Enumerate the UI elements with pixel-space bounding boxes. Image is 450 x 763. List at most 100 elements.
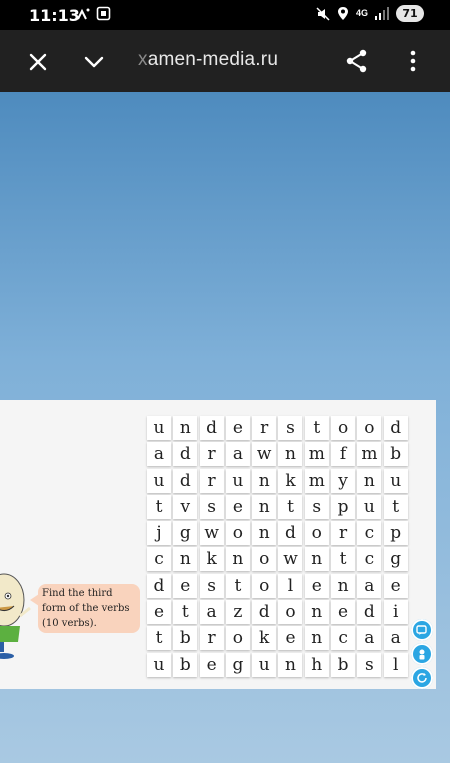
grid-cell[interactable]: g xyxy=(383,547,408,572)
grid-cell[interactable]: t xyxy=(173,600,198,625)
grid-cell[interactable]: b xyxy=(173,652,198,677)
grid-cell[interactable]: e xyxy=(304,573,329,598)
grid-cell[interactable]: d xyxy=(199,416,224,440)
grid-cell[interactable]: e xyxy=(278,626,303,651)
grid-cell[interactable]: k xyxy=(278,468,303,493)
grid-cell[interactable]: e xyxy=(331,600,356,625)
grid-cell[interactable]: p xyxy=(331,494,356,519)
grid-cell[interactable]: g xyxy=(173,521,198,546)
grid-cell[interactable]: u xyxy=(147,652,171,677)
grid-cell[interactable]: r xyxy=(331,521,356,546)
grid-cell[interactable]: s xyxy=(357,652,382,677)
grid-cell[interactable]: i xyxy=(383,600,408,625)
grid-cell[interactable]: t xyxy=(304,416,329,440)
grid-cell[interactable]: c xyxy=(357,547,382,572)
grid-cell[interactable]: n xyxy=(252,494,277,519)
grid-cell[interactable]: r xyxy=(199,626,224,651)
grid-cell[interactable]: c xyxy=(147,547,171,572)
grid-cell[interactable]: e xyxy=(173,573,198,598)
grid-cell[interactable]: u xyxy=(225,468,250,493)
grid-cell[interactable]: t xyxy=(278,494,303,519)
grid-cell[interactable]: s xyxy=(199,573,224,598)
refresh-button[interactable] xyxy=(411,667,433,689)
grid-cell[interactable]: o xyxy=(331,416,356,440)
grid-cell[interactable]: l xyxy=(278,573,303,598)
grid-cell[interactable]: m xyxy=(357,442,382,467)
grid-cell[interactable]: o xyxy=(252,547,277,572)
grid-cell[interactable]: n xyxy=(357,468,382,493)
grid-cell[interactable]: r xyxy=(199,468,224,493)
grid-cell[interactable]: t xyxy=(383,494,408,519)
grid-cell[interactable]: d xyxy=(252,600,277,625)
grid-cell[interactable]: o xyxy=(252,573,277,598)
grid-cell[interactable]: d xyxy=(278,521,303,546)
grid-cell[interactable]: w xyxy=(252,442,277,467)
grid-cell[interactable]: h xyxy=(304,652,329,677)
close-icon[interactable] xyxy=(25,49,51,75)
grid-cell[interactable]: o xyxy=(278,600,303,625)
grid-cell[interactable]: w xyxy=(199,521,224,546)
grid-cell[interactable]: n xyxy=(225,547,250,572)
grid-cell[interactable]: n xyxy=(173,547,198,572)
grid-cell[interactable]: a xyxy=(199,600,224,625)
grid-cell[interactable]: u xyxy=(357,494,382,519)
grid-cell[interactable]: k xyxy=(252,626,277,651)
grid-cell[interactable]: a xyxy=(147,442,171,467)
grid-cell[interactable]: y xyxy=(331,468,356,493)
grid-cell[interactable]: k xyxy=(199,547,224,572)
grid-cell[interactable]: d xyxy=(147,573,171,598)
grid-cell[interactable]: e xyxy=(147,600,171,625)
grid-cell[interactable]: a xyxy=(225,442,250,467)
grid-cell[interactable]: d xyxy=(173,468,198,493)
grid-cell[interactable]: a xyxy=(357,573,382,598)
grid-cell[interactable]: b xyxy=(173,626,198,651)
grid-cell[interactable]: z xyxy=(225,600,250,625)
grid-cell[interactable]: n xyxy=(252,468,277,493)
grid-cell[interactable]: w xyxy=(278,547,303,572)
grid-cell[interactable]: e xyxy=(383,573,408,598)
grid-cell[interactable]: r xyxy=(199,442,224,467)
grid-cell[interactable]: e xyxy=(225,416,250,440)
grid-cell[interactable]: a xyxy=(383,626,408,651)
grid-cell[interactable]: u xyxy=(147,468,171,493)
grid-cell[interactable]: n xyxy=(278,652,303,677)
url-bar[interactable]: xamen-media.ru xyxy=(138,49,278,71)
grid-cell[interactable]: c xyxy=(357,521,382,546)
grid-cell[interactable]: u xyxy=(383,468,408,493)
grid-cell[interactable]: d xyxy=(357,600,382,625)
grid-cell[interactable]: s xyxy=(199,494,224,519)
grid-cell[interactable]: t xyxy=(147,626,171,651)
grid-cell[interactable]: d xyxy=(173,442,198,467)
grid-cell[interactable]: o xyxy=(357,416,382,440)
grid-cell[interactable]: n xyxy=(331,573,356,598)
edit-button[interactable] xyxy=(411,619,433,641)
grid-cell[interactable]: s xyxy=(278,416,303,440)
grid-cell[interactable]: e xyxy=(225,494,250,519)
grid-cell[interactable]: t xyxy=(331,547,356,572)
grid-cell[interactable]: j xyxy=(147,521,171,546)
grid-cell[interactable]: d xyxy=(383,416,408,440)
share-icon[interactable] xyxy=(344,48,370,74)
grid-cell[interactable]: m xyxy=(304,442,329,467)
grid-cell[interactable]: t xyxy=(225,573,250,598)
grid-cell[interactable]: e xyxy=(199,652,224,677)
grid-cell[interactable]: v xyxy=(173,494,198,519)
more-vert-icon[interactable] xyxy=(400,48,426,74)
grid-cell[interactable]: r xyxy=(252,416,277,440)
grid-cell[interactable]: o xyxy=(225,521,250,546)
grid-cell[interactable]: a xyxy=(357,626,382,651)
grid-cell[interactable]: m xyxy=(304,468,329,493)
grid-cell[interactable]: n xyxy=(173,416,198,440)
grid-cell[interactable]: n xyxy=(304,600,329,625)
grid-cell[interactable]: c xyxy=(331,626,356,651)
grid-cell[interactable]: o xyxy=(304,521,329,546)
grid-cell[interactable]: n xyxy=(304,547,329,572)
grid-cell[interactable]: p xyxy=(383,521,408,546)
grid-cell[interactable]: f xyxy=(331,442,356,467)
grid-cell[interactable]: b xyxy=(331,652,356,677)
grid-cell[interactable]: g xyxy=(225,652,250,677)
grid-cell[interactable]: n xyxy=(304,626,329,651)
grid-cell[interactable]: n xyxy=(252,521,277,546)
grid-cell[interactable]: l xyxy=(383,652,408,677)
grid-cell[interactable]: s xyxy=(304,494,329,519)
